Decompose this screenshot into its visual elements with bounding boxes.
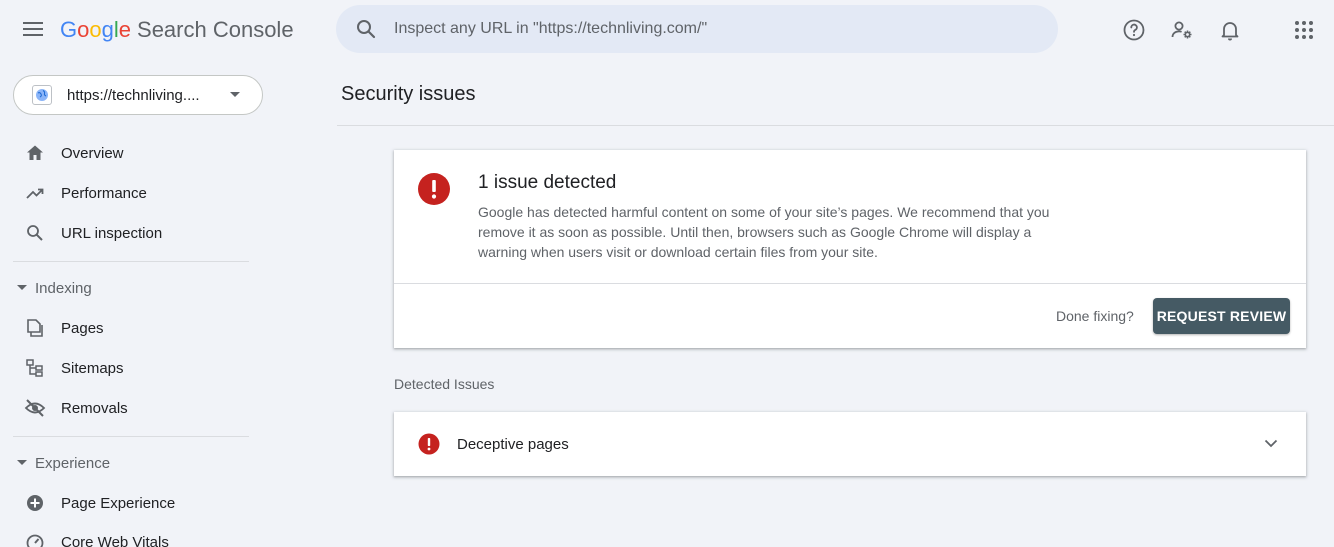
trending-up-icon <box>24 182 46 204</box>
search-icon <box>357 20 376 39</box>
issue-description: Google has detected harmful content on s… <box>478 204 1050 260</box>
speed-icon <box>24 531 46 547</box>
issue-label: Deceptive pages <box>457 436 569 453</box>
globe-icon <box>32 85 52 105</box>
property-label: https://technliving.... <box>67 86 200 104</box>
manage-users-settings-icon[interactable] <box>1168 16 1196 44</box>
section-toggle-indexing[interactable]: Indexing <box>0 273 265 303</box>
top-bar: Go o g l e Search Console <box>0 0 1334 60</box>
sidebar-item-overview[interactable]: Overview <box>0 133 265 173</box>
property-selector[interactable]: https://technliving.... <box>13 75 263 115</box>
collapse-arrow-icon <box>17 460 27 465</box>
header-divider <box>337 125 1334 126</box>
collapse-arrow-icon <box>17 285 27 290</box>
help-icon[interactable] <box>1120 16 1148 44</box>
issue-count-title: 1 issue detected <box>478 172 617 193</box>
expand-chevron-icon[interactable] <box>1264 434 1278 457</box>
product-name: Search Console <box>137 17 294 42</box>
notifications-bell-icon[interactable] <box>1216 16 1244 44</box>
home-icon <box>24 142 46 164</box>
url-inspection-search[interactable] <box>336 5 1058 53</box>
sidebar-divider <box>13 436 249 437</box>
sidebar-item-url-inspection[interactable]: URL inspection <box>0 213 265 253</box>
error-icon <box>418 433 440 460</box>
sidebar-item-pages[interactable]: Pages <box>0 308 265 348</box>
detected-issues-heading: Detected Issues <box>394 376 495 392</box>
sidebar-item-performance[interactable]: Performance <box>0 173 265 213</box>
search-icon <box>24 222 46 244</box>
error-icon <box>417 172 451 211</box>
sidebar-item-removals[interactable]: Removals <box>0 388 265 428</box>
card-divider <box>394 283 1306 284</box>
sidebar-item-sitemaps[interactable]: Sitemaps <box>0 348 265 388</box>
main-menu-icon[interactable] <box>17 13 49 45</box>
search-console-logo[interactable]: Go o g l e Search Console <box>60 14 294 46</box>
sitemap-icon <box>24 357 46 379</box>
sidebar-item-core-web-vitals[interactable]: Core Web Vitals <box>0 522 265 547</box>
dropdown-caret-icon <box>230 92 240 97</box>
issue-row-deceptive-pages[interactable]: Deceptive pages <box>394 412 1306 476</box>
issue-summary-card: 1 issue detected Google has detected har… <box>394 150 1306 348</box>
done-fixing-label: Done fixing? <box>1056 308 1134 324</box>
request-review-button[interactable]: REQUEST REVIEW <box>1153 298 1290 334</box>
visibility-off-icon <box>24 397 46 419</box>
pages-icon <box>24 317 46 339</box>
search-input[interactable] <box>394 20 1014 38</box>
sidebar-item-page-experience[interactable]: Page Experience <box>0 483 265 523</box>
section-toggle-experience[interactable]: Experience <box>0 448 265 478</box>
page-title: Security issues <box>341 83 476 105</box>
google-apps-icon[interactable] <box>1290 16 1318 44</box>
sidebar-divider <box>13 261 249 262</box>
plus-circle-icon <box>24 492 46 514</box>
